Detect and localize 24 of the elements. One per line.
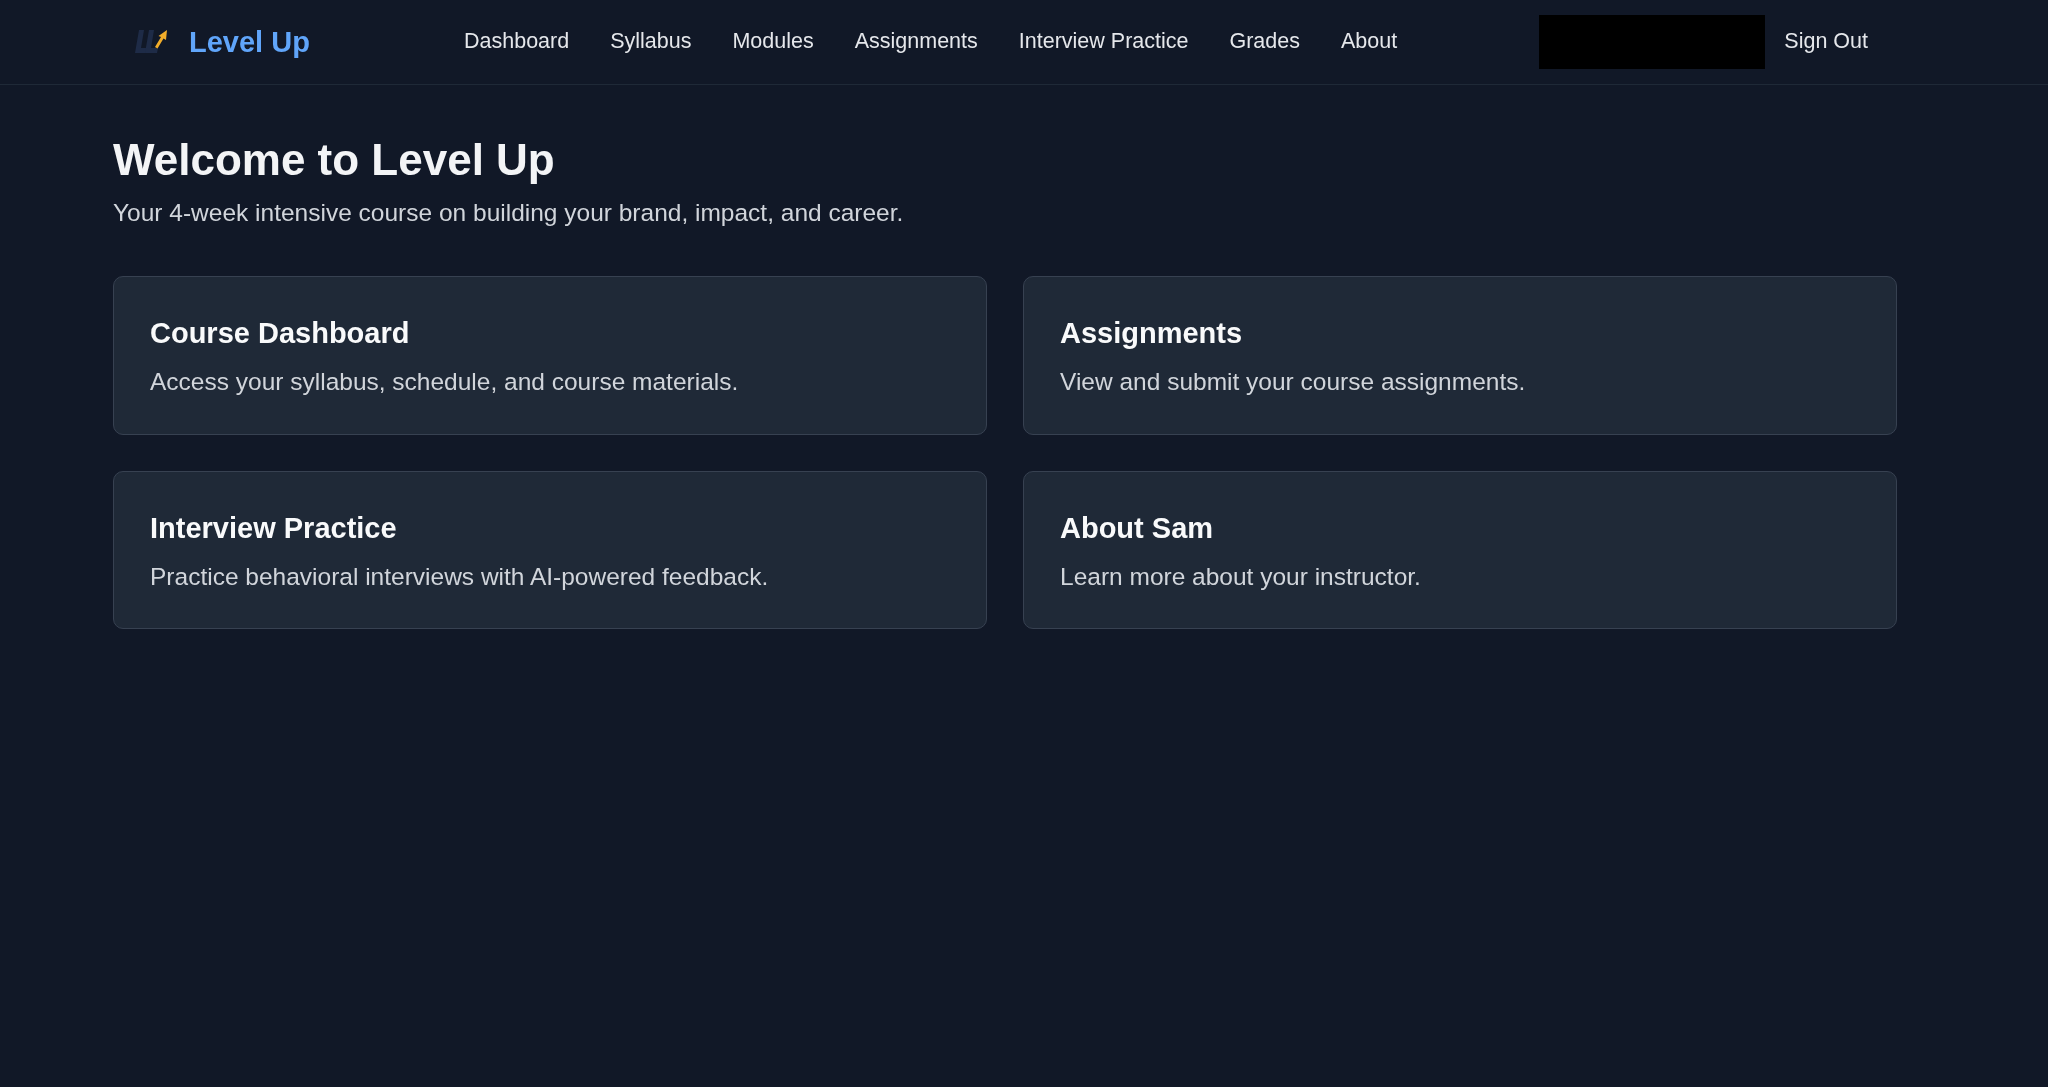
feature-card[interactable]: Interview Practice Practice behavioral interviews with AI-powered feedback. [113,470,987,630]
nav-link[interactable]: Syllabus [610,28,692,56]
card-description: Access your syllabus, schedule, and course materials. [150,367,740,398]
card-description: View and submit your course assignments. [1060,367,1527,398]
card-title: Course Dashboard [150,316,411,352]
brand-link[interactable]: Level Up [189,24,310,60]
nav-link[interactable]: Grades [1229,28,1300,56]
nav-link[interactable]: Assignments [854,28,978,56]
feature-card[interactable]: Course Dashboard Access your syllabus, schedule, and course materials. [113,276,987,435]
logo-arrow-icon [134,29,168,55]
feature-card[interactable]: About Sam Learn more about your instructor. [1023,470,1897,630]
card-title: About Sam [1060,510,1215,546]
card-description: Practice behavioral interviews with AI-powered feedback. [150,561,770,592]
page-title: Welcome to Level Up [113,134,556,186]
nav-link[interactable]: About [1341,28,1398,56]
sign-out-link[interactable]: Sign Out [1784,28,1868,56]
card-description: Learn more about your instructor. [1060,561,1422,592]
page-subtitle: Your 4-week intensive course on building your brand, impact, and career. [113,197,905,228]
card-title: Assignments [1060,316,1244,352]
nav-link[interactable]: Interview Practice [1018,28,1189,56]
feature-card[interactable]: Assignments View and submit your course assignments. [1023,276,1897,435]
nav-link[interactable]: Modules [732,28,814,56]
card-title: Interview Practice [150,510,398,546]
nav-link[interactable]: Dashboard [464,28,570,56]
